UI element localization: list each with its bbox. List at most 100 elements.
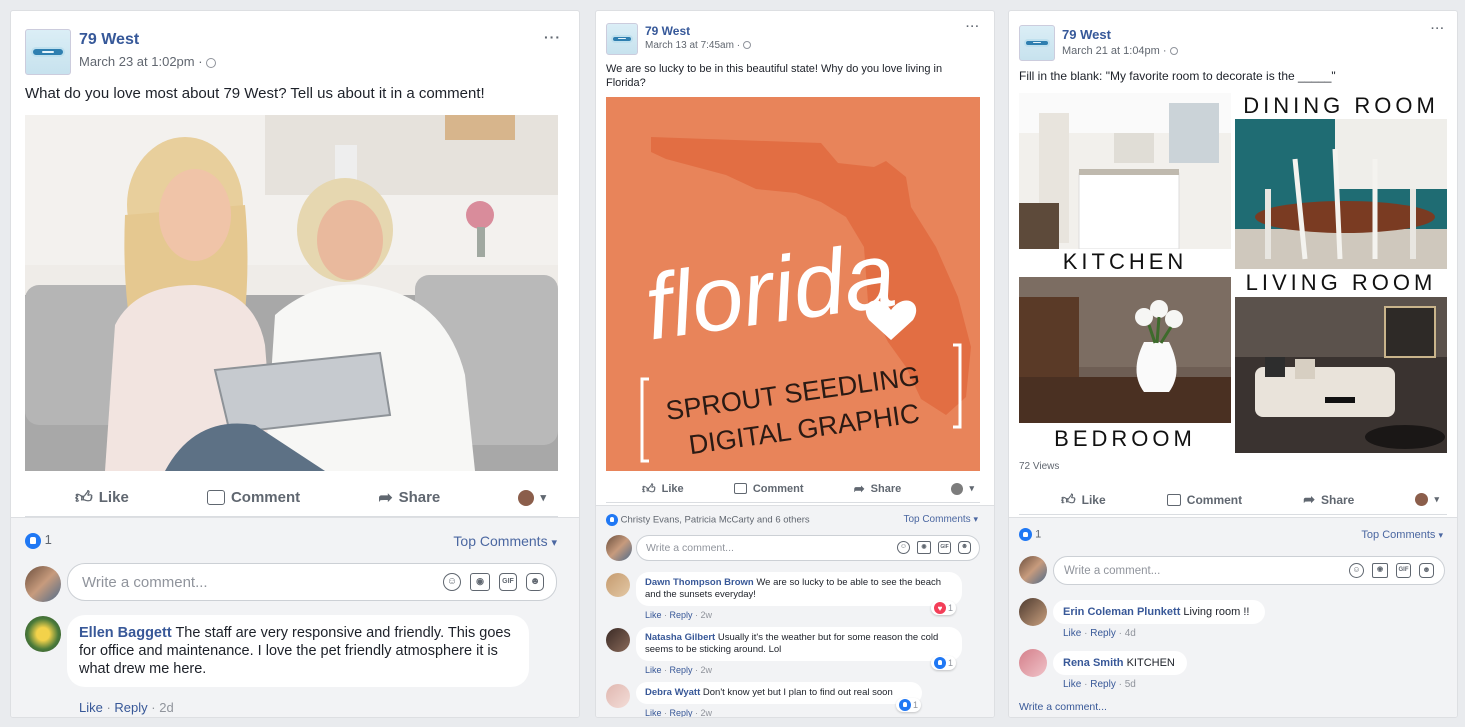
commenter-avatar bbox=[606, 684, 630, 708]
reaction-summary[interactable]: Christy Evans, Patricia McCarty and 6 ot… bbox=[606, 514, 810, 526]
top-comments-dropdown[interactable]: Top Comments ▾ bbox=[453, 533, 557, 549]
comment-reactions[interactable]: 1 bbox=[896, 698, 922, 712]
comment-bubble: Debra Wyatt Don't know yet but I plan to… bbox=[636, 682, 922, 704]
comment-author[interactable]: Ellen Baggett bbox=[79, 625, 172, 641]
comment-age[interactable]: 2w bbox=[701, 665, 713, 675]
kitchen-photo bbox=[1019, 93, 1231, 249]
bedroom-label: BEDROOM bbox=[1019, 425, 1231, 453]
user-avatar bbox=[25, 566, 61, 602]
page-avatar[interactable] bbox=[25, 29, 71, 75]
living-room-photo bbox=[1235, 297, 1447, 453]
emoji-icon[interactable]: ☺ bbox=[897, 541, 910, 554]
post-actions-bar: 👍︎ Like Comment ➦ Share ▾ bbox=[25, 479, 558, 517]
comment-button[interactable]: Comment bbox=[206, 489, 300, 506]
user-avatar bbox=[606, 535, 632, 561]
comment-reactions[interactable]: 1 bbox=[931, 601, 957, 615]
comment-reply-link[interactable]: Reply bbox=[670, 708, 693, 717]
comment-bubble: Natasha Gilbert Usually it's the weather… bbox=[636, 627, 962, 661]
like-button[interactable]: 👍︎ Like bbox=[1061, 491, 1106, 508]
emoji-icon[interactable]: ☺ bbox=[1349, 563, 1364, 578]
comment-age[interactable]: 2d bbox=[159, 700, 173, 715]
comment-input[interactable]: Write a comment... ☺ ◉ GIF ☻ bbox=[636, 535, 980, 561]
reaction-summary[interactable]: 1 bbox=[25, 532, 52, 549]
top-comments-dropdown[interactable]: Top Comments ▾ bbox=[1361, 529, 1443, 541]
comment-reply-link[interactable]: Reply bbox=[670, 610, 693, 620]
comment-reply-link[interactable]: Reply bbox=[670, 665, 693, 675]
sticker-icon[interactable]: ☻ bbox=[1419, 563, 1434, 578]
more-options-icon[interactable]: ··· bbox=[1431, 23, 1445, 35]
share-button[interactable]: ➦ Share bbox=[854, 481, 901, 497]
comment-bubble-icon bbox=[206, 490, 225, 505]
comment-author[interactable]: Debra Wyatt bbox=[645, 687, 700, 698]
share-button[interactable]: ➦ Share bbox=[1303, 491, 1354, 508]
sticker-icon[interactable]: ☻ bbox=[958, 541, 971, 554]
comment-author[interactable]: Rena Smith bbox=[1063, 657, 1124, 669]
room-collage[interactable]: KITCHEN DINING ROOM BEDROOM LIVING ROOM bbox=[1019, 93, 1447, 453]
page-avatar[interactable] bbox=[1019, 25, 1055, 61]
florida-graphic[interactable]: florida SPROUT SEEDLING DIGITAL GRAPHIC bbox=[606, 97, 980, 471]
post-timestamp[interactable]: March 23 at 1:02pm · bbox=[79, 54, 217, 69]
gif-icon[interactable]: GIF bbox=[1396, 563, 1411, 578]
comment-age[interactable]: 5d bbox=[1125, 679, 1136, 690]
camera-icon[interactable]: ◉ bbox=[470, 573, 490, 591]
comment-reactions[interactable]: 1 bbox=[931, 656, 957, 670]
comment-reply-link[interactable]: Reply bbox=[1090, 628, 1116, 639]
like-button[interactable]: 👍︎ Like bbox=[75, 487, 129, 508]
kitchen-label: KITCHEN bbox=[1019, 249, 1231, 275]
comment-age[interactable]: 4d bbox=[1125, 628, 1136, 639]
share-button[interactable]: ➦ Share bbox=[378, 488, 440, 508]
thumbs-up-icon: 👍︎ bbox=[1061, 491, 1076, 507]
comment-reply-link[interactable]: Reply bbox=[1090, 679, 1116, 690]
dining-room-photo bbox=[1235, 119, 1447, 269]
comment-like-link[interactable]: Like bbox=[645, 665, 662, 675]
commenter-avatar bbox=[1019, 649, 1047, 677]
comment-input[interactable]: Write a comment... ☺ ◉ GIF ☻ bbox=[1053, 556, 1445, 585]
reaction-selector[interactable]: ▾ bbox=[1415, 493, 1439, 506]
post-timestamp[interactable]: March 13 at 7:45am · bbox=[645, 40, 751, 51]
page-name-link[interactable]: 79 West bbox=[645, 24, 690, 38]
comment-like-link[interactable]: Like bbox=[645, 610, 662, 620]
page-name-link[interactable]: 79 West bbox=[1062, 27, 1111, 42]
sticker-icon[interactable]: ☻ bbox=[526, 573, 544, 591]
commenter-avatar bbox=[606, 628, 630, 652]
comment-bubble: Rena Smith KITCHEN bbox=[1053, 651, 1187, 675]
camera-icon[interactable]: ◉ bbox=[917, 541, 931, 554]
share-arrow-icon: ➦ bbox=[378, 487, 393, 507]
comment-like-link[interactable]: Like bbox=[1063, 628, 1081, 639]
top-comments-dropdown[interactable]: Top Comments ▾ bbox=[903, 514, 978, 525]
comment-like-link[interactable]: Like bbox=[79, 700, 103, 715]
more-options-icon[interactable]: ··· bbox=[966, 21, 980, 33]
globe-icon bbox=[1169, 47, 1178, 56]
comment-actions: Like · Reply · 5d bbox=[1063, 679, 1136, 690]
page-name-link[interactable]: 79 West bbox=[79, 31, 139, 49]
comment-like-link[interactable]: Like bbox=[1063, 679, 1081, 690]
gif-icon[interactable]: GIF bbox=[499, 573, 517, 591]
comment-reply-link[interactable]: Reply bbox=[114, 700, 147, 715]
reaction-summary[interactable]: 1 bbox=[1019, 528, 1041, 541]
more-options-icon[interactable]: ··· bbox=[544, 29, 561, 45]
comment-text: KITCHEN bbox=[1126, 657, 1175, 669]
reaction-selector[interactable]: ▾ bbox=[951, 482, 974, 495]
post-timestamp[interactable]: March 21 at 1:04pm · bbox=[1062, 45, 1178, 57]
comment-author[interactable]: Dawn Thompson Brown bbox=[645, 577, 754, 588]
comment-button[interactable]: Comment bbox=[733, 483, 804, 495]
camera-icon[interactable]: ◉ bbox=[1372, 563, 1388, 578]
like-button[interactable]: 👍︎ Like bbox=[642, 481, 684, 497]
comment-input[interactable]: Write a comment... ☺ ◉ GIF ☻ bbox=[67, 563, 557, 601]
post-photo-women-tablet[interactable] bbox=[25, 115, 558, 471]
emoji-icon[interactable]: ☺ bbox=[443, 573, 461, 591]
post-card-1: 79 West March 23 at 1:02pm · ··· What do… bbox=[10, 10, 580, 718]
comment-button[interactable]: Comment bbox=[1166, 493, 1242, 507]
comment-author[interactable]: Natasha Gilbert bbox=[645, 632, 715, 643]
gif-icon[interactable]: GIF bbox=[938, 541, 951, 554]
comment-age[interactable]: 2w bbox=[701, 708, 713, 717]
comment-author[interactable]: Erin Coleman Plunkett bbox=[1063, 606, 1180, 618]
post-card-3: 79 West March 21 at 1:04pm · ··· Fill in… bbox=[1008, 10, 1458, 718]
comment-like-link[interactable]: Like bbox=[645, 708, 662, 717]
page-avatar[interactable] bbox=[606, 23, 638, 55]
comment-age[interactable]: 2w bbox=[701, 610, 713, 620]
reaction-selector[interactable]: ▾ bbox=[518, 489, 546, 506]
globe-icon bbox=[206, 57, 217, 68]
like-reaction-icon bbox=[934, 657, 946, 669]
write-comment-link[interactable]: Write a comment... bbox=[1019, 701, 1107, 713]
